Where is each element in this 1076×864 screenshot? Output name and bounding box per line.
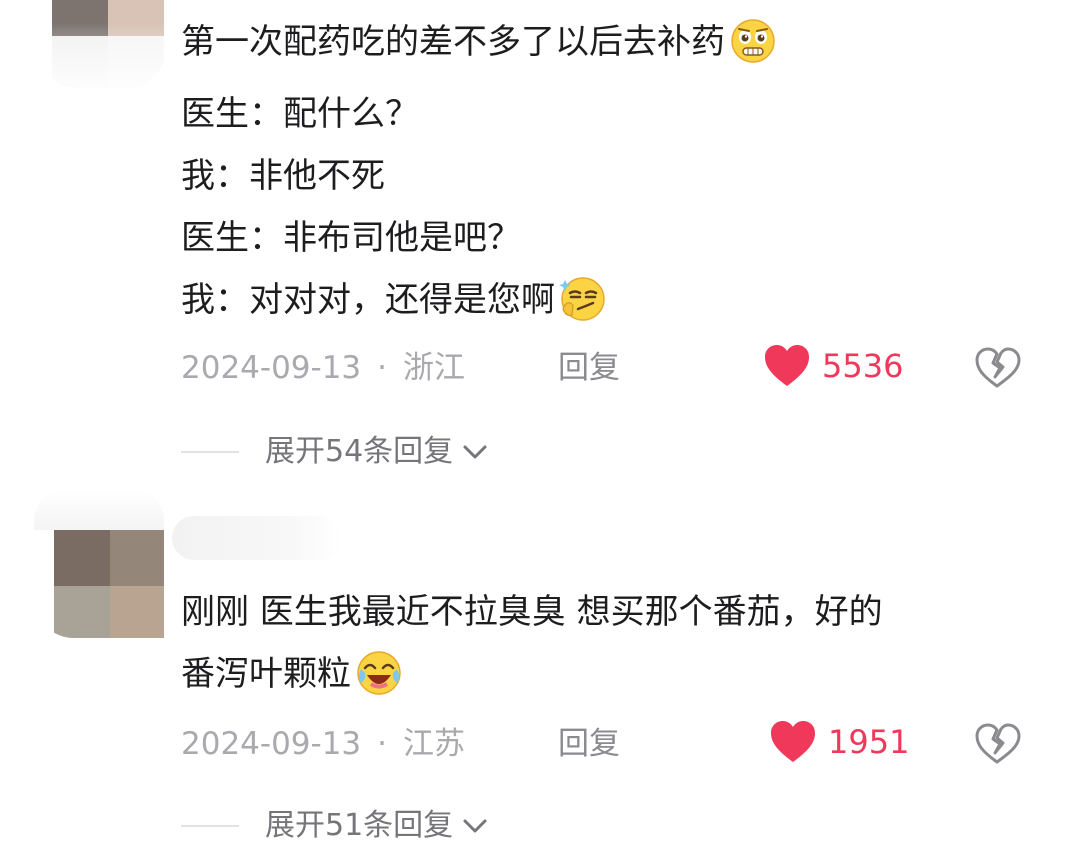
comment-text-line: 第一次配药吃的差不多了以后去补药 bbox=[181, 18, 777, 65]
comment-text-line: 医生：配什么？ bbox=[181, 94, 419, 134]
expand-replies-label: 展开51条回复 bbox=[265, 808, 454, 843]
divider bbox=[181, 825, 239, 827]
comment-date: 2024-09-13 bbox=[181, 726, 362, 762]
chevron-down-icon bbox=[463, 819, 487, 833]
comment-2: 刚刚 医生我最近不拉臭臭 想买那个番茄，好的 番泻叶颗粒 2024-09-13 ·… bbox=[0, 490, 1076, 864]
comment-text-line: 番泻叶颗粒 bbox=[181, 650, 403, 697]
comment-text-line: 医生：非布司他是吧？ bbox=[181, 218, 521, 258]
reply-button[interactable]: 回复 bbox=[558, 348, 620, 388]
comment-text-line: 我：非他不死 bbox=[181, 156, 385, 196]
chevron-down-icon bbox=[463, 445, 487, 459]
like-count: 1951 bbox=[828, 723, 910, 761]
avatar[interactable] bbox=[38, 0, 166, 88]
reply-button[interactable]: 回复 bbox=[558, 724, 620, 764]
like-count: 5536 bbox=[822, 347, 904, 385]
heart-icon bbox=[765, 345, 809, 386]
comment-text-line: 刚刚 医生我最近不拉臭臭 想买那个番茄，好的 bbox=[181, 592, 883, 632]
like-button[interactable]: 1951 bbox=[770, 720, 909, 764]
username-blurred[interactable] bbox=[172, 516, 342, 560]
avatar[interactable] bbox=[34, 490, 164, 638]
expand-replies-button[interactable]: 展开54条回复 bbox=[181, 432, 489, 472]
comment-meta: 2024-09-13 · 江苏 回复 bbox=[181, 724, 620, 764]
like-button[interactable]: 5536 bbox=[764, 344, 903, 388]
laughing-tears-emoji bbox=[357, 650, 401, 695]
comment-location: 江苏 bbox=[403, 726, 466, 762]
smirk-thinking-emoji bbox=[559, 276, 605, 321]
comment-meta: 2024-09-13 · 浙江 回复 bbox=[181, 348, 620, 388]
comment-text-line: 我：对对对，还得是您啊 bbox=[181, 276, 607, 323]
pleading-grimace-emoji bbox=[731, 18, 775, 63]
broken-heart-icon[interactable] bbox=[973, 720, 1021, 768]
divider bbox=[181, 451, 239, 453]
broken-heart-icon[interactable] bbox=[973, 344, 1021, 392]
comment-date: 2024-09-13 bbox=[181, 350, 362, 386]
expand-replies-label: 展开54条回复 bbox=[265, 434, 454, 469]
meta-separator: · bbox=[377, 350, 388, 386]
heart-icon bbox=[771, 721, 815, 762]
meta-separator: · bbox=[377, 726, 388, 762]
expand-replies-button[interactable]: 展开51条回复 bbox=[181, 806, 489, 846]
comment-location: 浙江 bbox=[403, 350, 466, 386]
comment-1: 第一次配药吃的差不多了以后去补药 医生：配什么？ 我：非他不死 医生：非布司他是… bbox=[0, 0, 1076, 490]
